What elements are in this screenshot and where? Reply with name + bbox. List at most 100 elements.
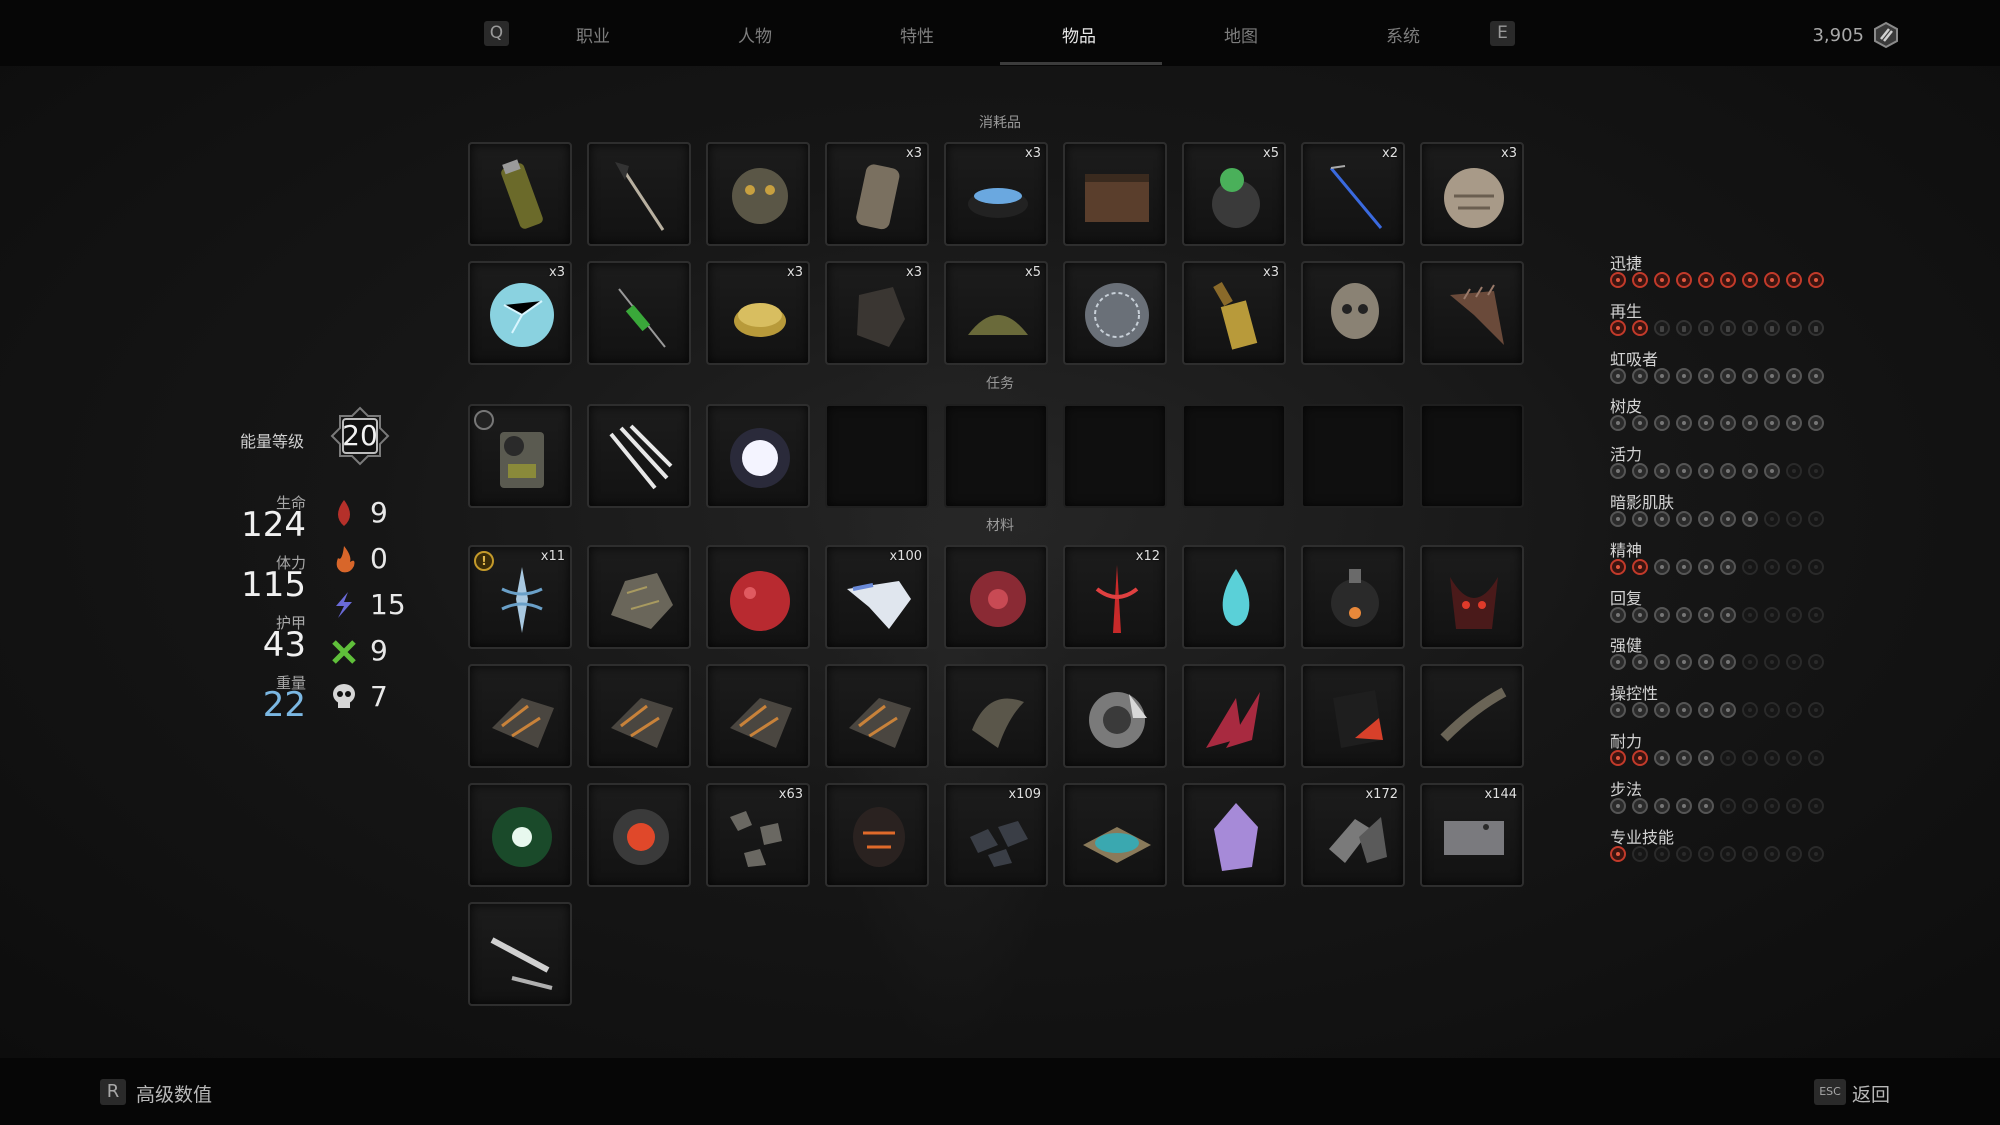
tab-0[interactable]: 职业 [512,22,674,47]
empty-slot[interactable] [1182,404,1286,508]
slot-coin-stack-item[interactable]: x3 [706,261,810,365]
next-tab-key[interactable]: E [1490,21,1515,46]
slot-blue-needle-item[interactable]: x2 [1301,142,1405,246]
trait-name-7[interactable]: 回复 [1610,585,1642,609]
trait-pip [1698,797,1714,814]
slot-metal-claw-item[interactable] [706,664,810,768]
slot-blue-flame-item[interactable] [1182,545,1286,649]
slot-gear-shield-item[interactable] [1063,664,1167,768]
tab-5[interactable]: 系统 [1322,22,1484,47]
slot-herb-pile-item[interactable]: x5 [944,261,1048,365]
slot-spiked-horn-item[interactable] [1420,261,1524,365]
tab-2[interactable]: 特性 [836,22,998,47]
trait-name-0[interactable]: 迅捷 [1610,250,1642,274]
empty-slot[interactable] [1063,404,1167,508]
slot-metal-claw-item[interactable] [587,664,691,768]
empty-slot[interactable] [1420,404,1524,508]
canister-item-icon [501,159,543,229]
trait-name-10[interactable]: 耐力 [1610,728,1642,752]
slot-metal-claw-item[interactable] [468,664,572,768]
trait-name-4[interactable]: 活力 [1610,441,1642,465]
trait-pips-0 [1610,272,1824,288]
trait-pip [1654,558,1670,575]
trait-pip [1808,558,1824,575]
slot-red-cluster-item[interactable] [944,545,1048,649]
slot-canister-item[interactable] [468,142,572,246]
slot-metal-claw-item[interactable] [825,664,929,768]
trait-pip [1654,463,1670,480]
trait-pip [1764,750,1780,766]
slot-scrap-fragment-item[interactable]: x100 [825,545,929,649]
slot-green-syringe-item[interactable] [587,261,691,365]
tab-1[interactable]: 人物 [674,22,836,47]
trait-name-5[interactable]: 暗影肌肤 [1610,489,1674,513]
trait-name-9[interactable]: 操控性 [1610,680,1658,704]
item-quantity: x3 [1263,265,1279,280]
slot-ammo-box-item[interactable] [1063,142,1167,246]
back-key[interactable]: ESC [1814,1079,1846,1105]
slot-green-flask-item[interactable]: x5 [1182,142,1286,246]
tab-3[interactable]: 物品 [998,22,1160,47]
slot-red-rune-item[interactable]: x12 [1063,545,1167,649]
slot-lava-egg-item[interactable] [825,783,929,887]
slot-iron-lumps-item[interactable]: x109 [944,783,1048,887]
advanced-stats-button[interactable]: 高级数值 [136,1080,212,1107]
slot-ore-chunk-item[interactable] [587,545,691,649]
slot-bandage-roll-item[interactable]: x3 [825,142,929,246]
item-quantity: x11 [540,549,565,564]
slot-dark-rock-item[interactable]: x3 [825,261,929,365]
advanced-stats-key[interactable]: R [100,1079,126,1105]
item-quantity: x63 [778,787,803,802]
trait-name-11[interactable]: 步法 [1610,776,1642,800]
slot-golden-bottle-item[interactable]: x3 [1182,261,1286,365]
slot-relic-shard-item[interactable]: ! x11 [468,545,572,649]
slot-radio-device-item[interactable] [468,404,572,508]
trait-name-8[interactable]: 强健 [1610,632,1642,656]
spiked-horn-item-icon [1450,284,1504,345]
metal-claw-item-icon [611,698,673,748]
slot-red-heart-item[interactable] [706,545,810,649]
slot-skull-item[interactable] [1301,261,1405,365]
tab-4[interactable]: 地图 [1160,22,1322,47]
blue-flame-item-icon [1222,569,1250,626]
trait-name-6[interactable]: 精神 [1610,537,1642,561]
slot-amethyst-item[interactable] [1182,783,1286,887]
slot-engraved-sphere-item[interactable] [1063,261,1167,365]
trait-pip [1610,606,1626,623]
slot-green-vortex-item[interactable] [468,783,572,887]
trait-name-2[interactable]: 虹吸者 [1610,346,1658,370]
active-tab-underline [1000,62,1162,65]
empty-slot[interactable] [944,404,1048,508]
slot-ice-orb-item[interactable]: x3 [468,261,572,365]
slot-larva-item[interactable] [944,664,1048,768]
slot-bone-spine-item[interactable] [1420,664,1524,768]
slot-stone-orb-item[interactable]: x3 [1420,142,1524,246]
slot-crystal-shards-item[interactable] [587,404,691,508]
slot-teal-ore-item[interactable] [1063,783,1167,887]
slot-black-red-block-item[interactable] [1301,664,1405,768]
red-rune-item-icon [1095,565,1139,633]
item-quantity: x172 [1365,787,1398,802]
empty-slot[interactable] [1301,404,1405,508]
trait-name-3[interactable]: 树皮 [1610,393,1642,417]
trait-name-12[interactable]: 专业技能 [1610,824,1674,848]
empty-slot[interactable] [825,404,929,508]
slot-orb-lantern-item[interactable] [1301,545,1405,649]
slot-metal-plate-item[interactable]: x144 [1420,783,1524,887]
slot-bowl-salve-item[interactable]: x3 [944,142,1048,246]
slot-blade-shards-item[interactable] [468,902,572,1006]
slot-metal-ingot-item[interactable]: x172 [1301,783,1405,887]
prev-tab-key[interactable]: Q [484,21,509,46]
slot-rock-fragments-item[interactable]: x63 [706,783,810,887]
slot-dart-item[interactable] [587,142,691,246]
back-button[interactable]: 返回 [1852,1080,1890,1107]
slot-glowing-orb-item[interactable] [706,404,810,508]
slot-red-crystal-item[interactable] [1182,664,1286,768]
trait-pip [1654,272,1670,288]
trait-pip [1610,558,1626,575]
slot-demon-mask-item[interactable] [1420,545,1524,649]
trait-pip [1698,511,1714,527]
slot-helmet-grenade-item[interactable] [706,142,810,246]
trait-name-1[interactable]: 再生 [1610,298,1642,322]
slot-red-core-item[interactable] [587,783,691,887]
